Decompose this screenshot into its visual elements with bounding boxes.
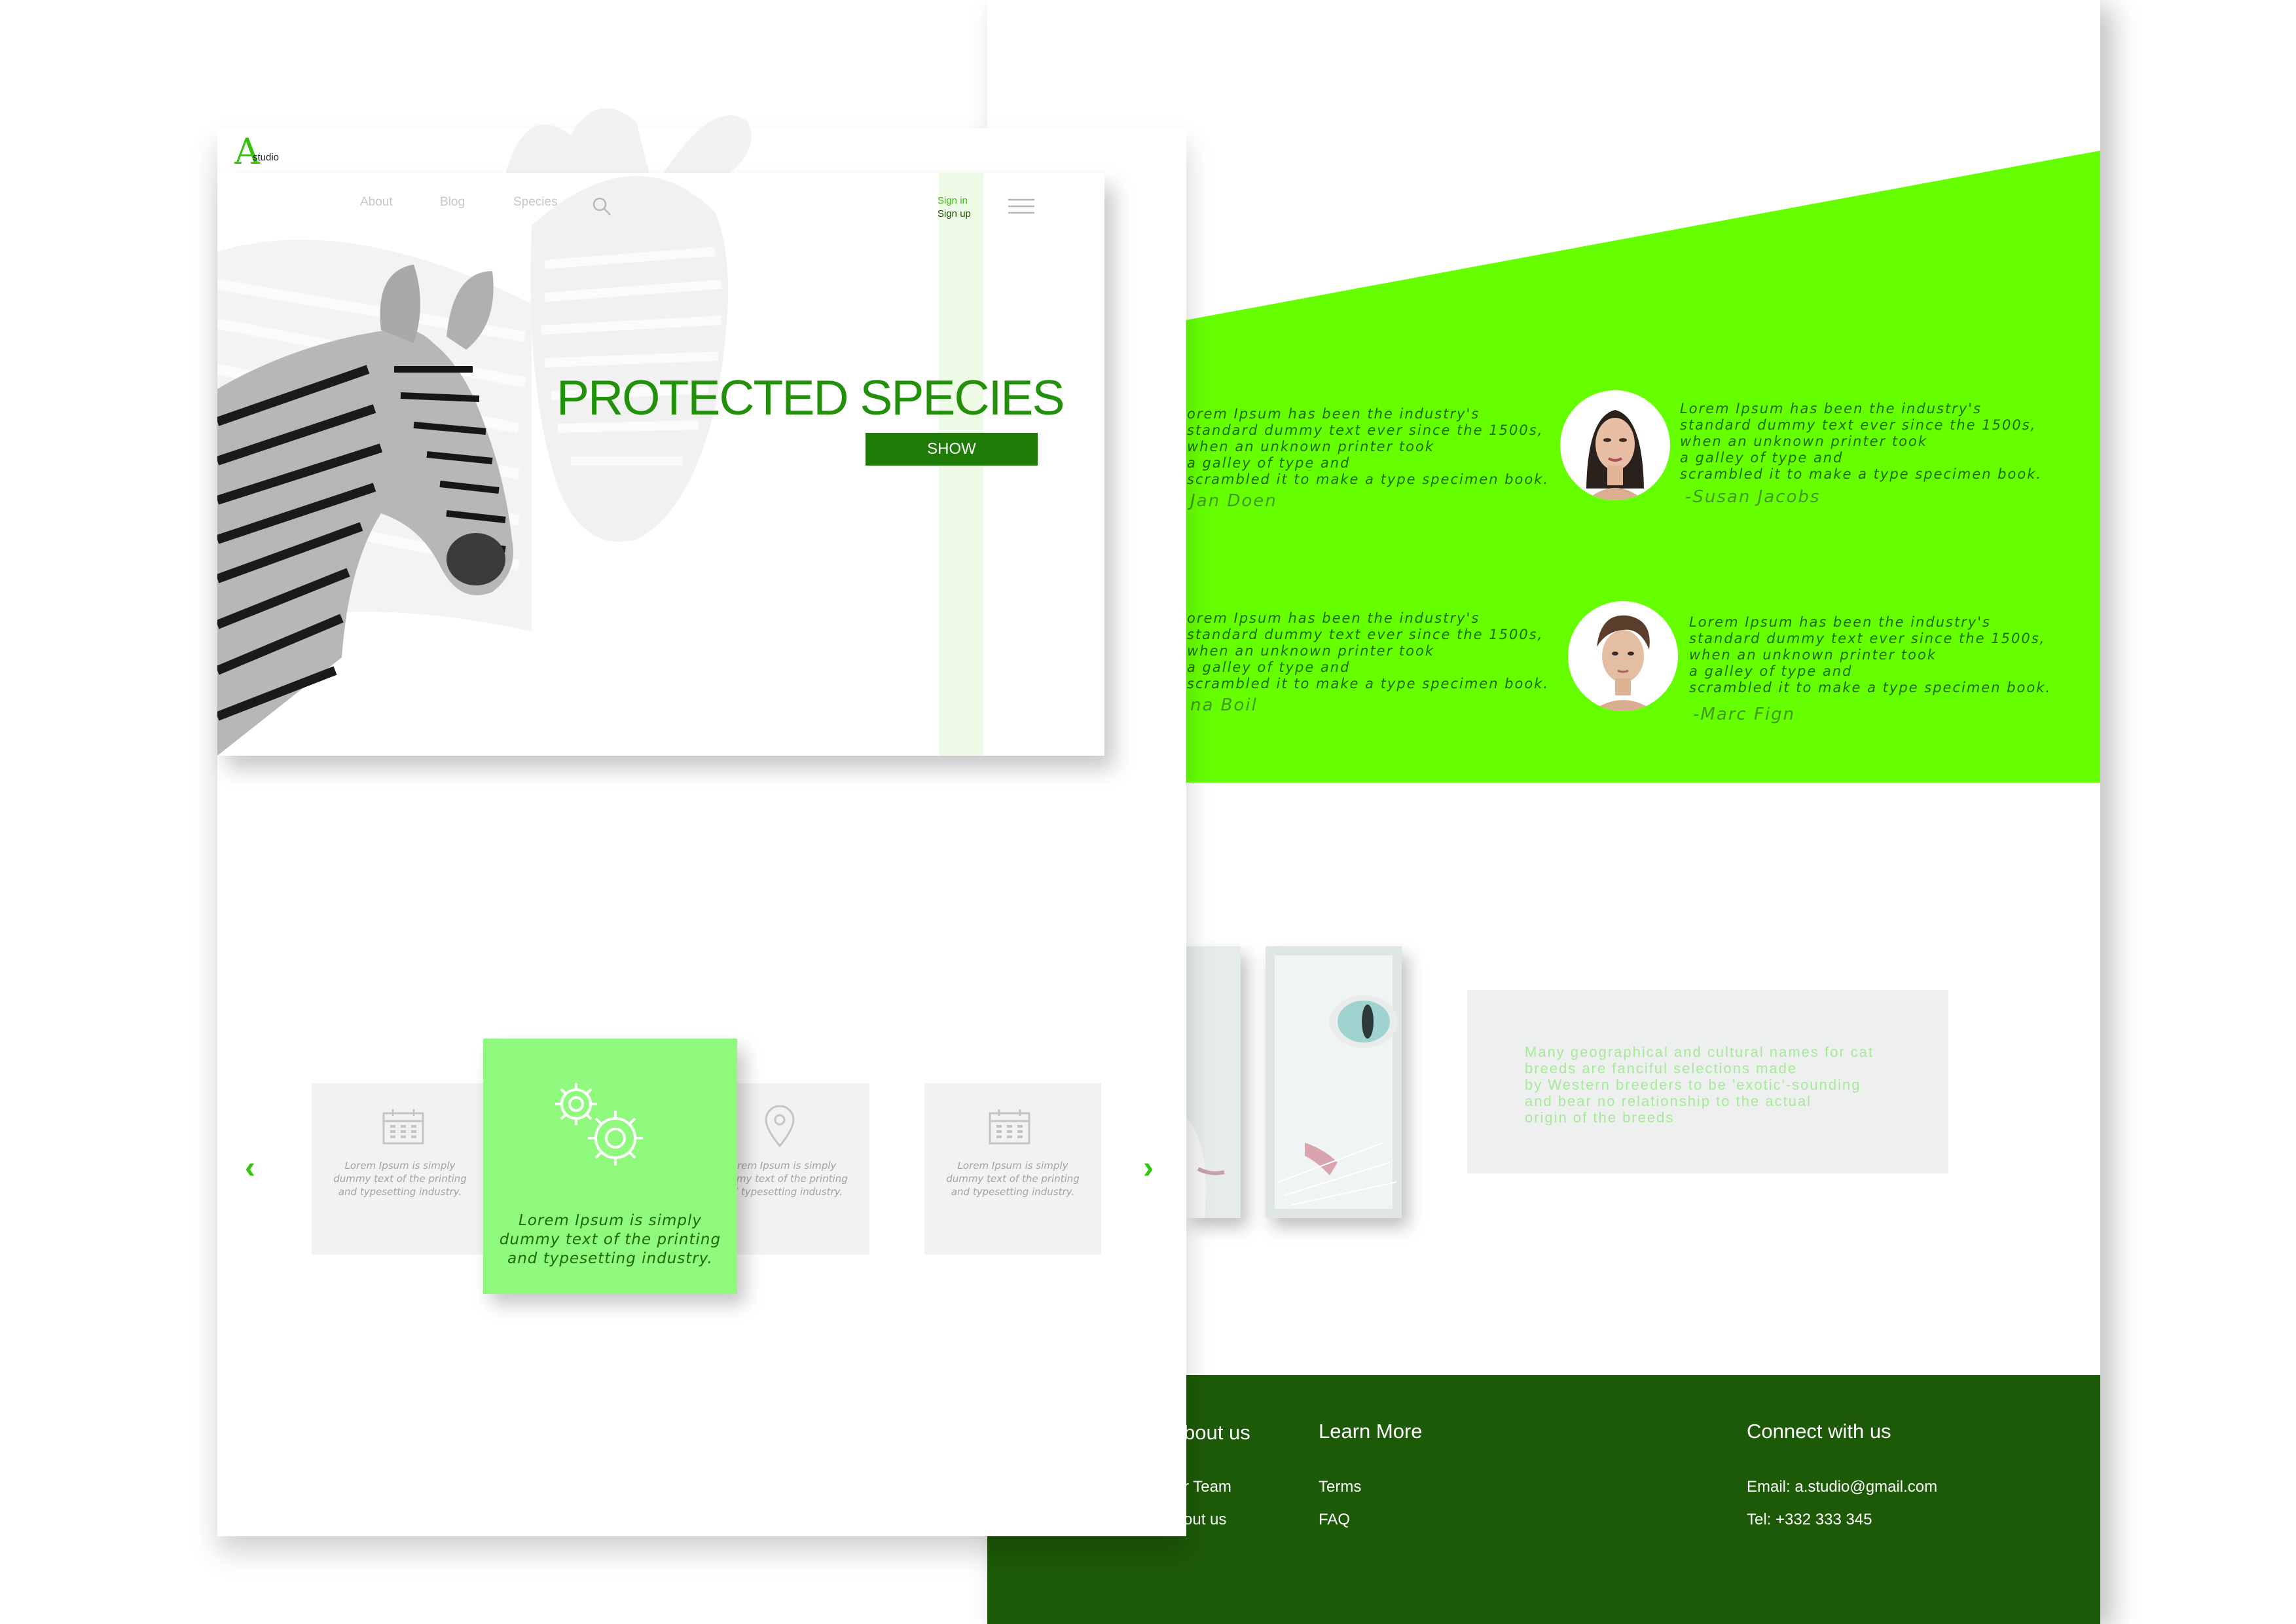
testimonial-author: na Boil — [1190, 695, 1258, 715]
search-icon[interactable] — [592, 196, 611, 216]
card-text: Lorem Ipsum is simply dummy text of the … — [946, 1160, 1080, 1198]
footer-about-heading: bout us — [1184, 1421, 1250, 1444]
hero-section: About Blog Species Sign in Sign up PROTE… — [217, 173, 1104, 756]
footer-link-about[interactable]: out us — [1184, 1511, 1226, 1529]
footer-phone[interactable]: Tel: +332 333 345 — [1747, 1511, 1872, 1529]
gears-icon — [555, 1083, 643, 1166]
service-card-featured[interactable]: Lorem Ipsum is simply dummy text of the … — [483, 1039, 737, 1294]
footer-learn-heading: Learn More — [1319, 1420, 1423, 1443]
info-text: Many geographical and cultural names for… — [1525, 1044, 1874, 1126]
testimonial-author: Jan Doen — [1190, 491, 1277, 511]
footer-link-team[interactable]: r Team — [1184, 1478, 1231, 1496]
avatar — [1560, 390, 1670, 500]
front-page: A studio About Blog Species Sign in Sign… — [217, 108, 1186, 1536]
footer-connect-heading: Connect with us — [1747, 1420, 1891, 1443]
testimonial-text: Lorem Ipsum has been the industry's stan… — [1680, 401, 2043, 482]
nav-blog[interactable]: Blog — [440, 195, 465, 210]
calendar-icon — [382, 1109, 424, 1145]
sign-up-link[interactable]: Sign up — [938, 208, 971, 219]
footer-link-faq[interactable]: FAQ — [1319, 1511, 1350, 1529]
calendar-icon — [989, 1109, 1030, 1145]
featured-card-text: Lorem Ipsum is simply dummy text of the … — [499, 1212, 721, 1267]
testimonial-text: orem Ipsum has been the industry's stand… — [1187, 610, 1550, 692]
nav-species[interactable]: Species — [513, 195, 558, 210]
logo-text: studio — [253, 152, 280, 163]
nav-about[interactable]: About — [360, 195, 393, 210]
hero-title: PROTECTED SPECIES — [556, 370, 1065, 425]
service-card[interactable]: Lorem Ipsum is simply dummy text of the … — [924, 1083, 1101, 1255]
location-pin-icon — [765, 1105, 795, 1147]
info-box: Many geographical and cultural names for… — [1467, 990, 1948, 1173]
testimonial-text: orem Ipsum has been the industry's stand… — [1187, 406, 1550, 487]
service-card[interactable]: Lorem Ipsum is simply dummy text of the … — [312, 1083, 488, 1255]
show-button[interactable]: SHOW — [866, 433, 1038, 466]
sign-in-link[interactable]: Sign in — [938, 195, 968, 206]
carousel-prev-arrow[interactable]: ‹ — [245, 1150, 255, 1186]
cat-image-panel — [1266, 946, 1402, 1218]
testimonial-author: -Marc Fign — [1693, 705, 1796, 724]
card-text: Lorem Ipsum is simply dummy text of the … — [333, 1160, 467, 1198]
menu-icon[interactable] — [1008, 198, 1034, 215]
carousel-next-arrow[interactable]: › — [1143, 1150, 1154, 1186]
testimonial-text: Lorem Ipsum has been the industry's stan… — [1689, 614, 2052, 695]
footer-email[interactable]: Email: a.studio@gmail.com — [1747, 1478, 1937, 1496]
footer-link-terms[interactable]: Terms — [1319, 1478, 1361, 1496]
testimonial-author: -Susan Jacobs — [1685, 487, 1821, 507]
avatar — [1568, 601, 1678, 711]
cat-image-panel — [1185, 946, 1241, 1218]
ghost-zebra-ears — [505, 108, 752, 174]
